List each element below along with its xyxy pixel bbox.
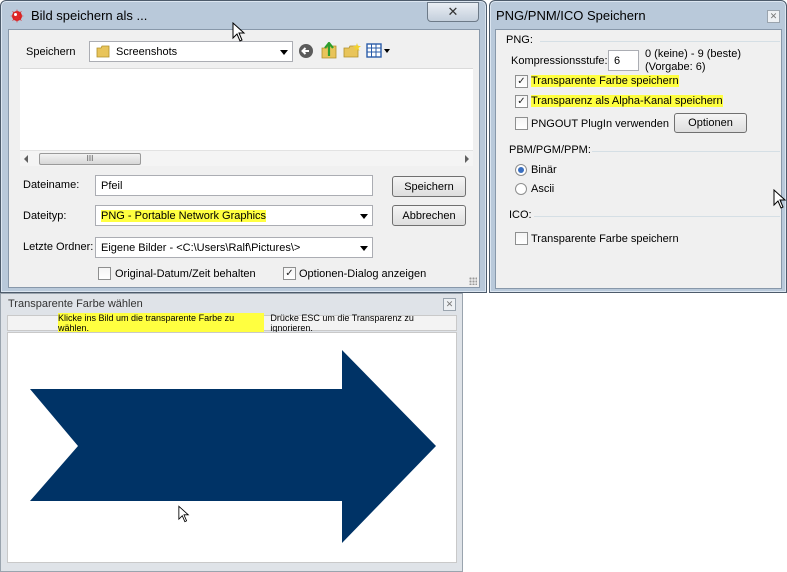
alpha-channel-label[interactable]: Transparenz als Alpha-Kanal speichern: [531, 95, 723, 107]
horizontal-scrollbar[interactable]: III: [20, 150, 473, 166]
png-dialog-titlebar[interactable]: PNG/PNM/ICO Speichern ✕: [490, 1, 786, 29]
ascii-radio[interactable]: [515, 183, 527, 195]
filename-value: Pfeil: [101, 179, 123, 192]
back-icon[interactable]: [298, 43, 314, 59]
transparency-title: Transparente Farbe wählen: [8, 298, 143, 310]
png-dialog-title: PNG/PNM/ICO Speichern: [496, 8, 646, 23]
irfanview-app-icon: [9, 8, 25, 24]
pbm-group-label: PBM/PGM/PPM:: [509, 144, 591, 156]
show-options-checkbox[interactable]: ✓: [283, 267, 296, 280]
file-list[interactable]: [20, 68, 473, 150]
transparency-window: Transparente Farbe wählen ✕ Klicke ins B…: [0, 293, 463, 572]
png-group-label: PNG:: [506, 34, 533, 46]
cancel-button[interactable]: Abbrechen: [392, 205, 466, 226]
png-dialog-body: PNG: Kompressionsstufe: 6 0 (keine) - 9 …: [495, 29, 782, 289]
mouse-cursor-icon: [773, 189, 787, 209]
scroll-left-icon[interactable]: [24, 155, 28, 163]
save-dialog-close-button[interactable]: ✕: [427, 2, 479, 22]
ico-transparent-label[interactable]: Transparente Farbe speichern: [531, 233, 679, 245]
transparency-hint-esc: Drücke ESC um die Transparenz zu ignorie…: [270, 313, 414, 333]
options-button[interactable]: Optionen: [674, 113, 747, 133]
transparency-close-button[interactable]: ✕: [443, 298, 456, 311]
png-group-divider: [540, 41, 780, 42]
pngout-label[interactable]: PNGOUT PlugIn verwenden: [531, 118, 669, 130]
up-folder-icon[interactable]: [320, 42, 338, 59]
filetype-combo[interactable]: PNG - Portable Network Graphics: [95, 205, 373, 226]
arrow-image[interactable]: [8, 333, 456, 562]
ico-group-divider: [534, 216, 780, 217]
save-in-combo[interactable]: Screenshots: [89, 41, 293, 62]
png-dialog-close-button[interactable]: ✕: [767, 10, 780, 23]
pbm-group-divider: [592, 151, 780, 152]
scroll-right-icon[interactable]: [465, 155, 469, 163]
mouse-cursor-icon: [232, 22, 246, 42]
binary-radio[interactable]: [515, 164, 527, 176]
save-dialog-title: Bild speichern als ...: [31, 8, 148, 23]
transparency-hint-bar: Klicke ins Bild um die transparente Farb…: [7, 313, 457, 333]
compression-hint-default: (Vorgabe: 6): [645, 61, 706, 73]
recent-folders-combo[interactable]: Eigene Bilder - <C:\Users\Ralf\Pictures\…: [95, 237, 373, 258]
scroll-thumb[interactable]: III: [39, 153, 141, 165]
chevron-down-icon: [360, 245, 368, 251]
show-options-label[interactable]: Optionen-Dialog anzeigen: [299, 268, 426, 280]
recent-folders-value: Eigene Bilder - <C:\Users\Ralf\Pictures\…: [101, 241, 301, 254]
binary-label[interactable]: Binär: [531, 164, 557, 176]
compression-hint-range: 0 (keine) - 9 (beste): [645, 48, 741, 60]
save-button[interactable]: Speichern: [392, 176, 466, 197]
new-folder-icon[interactable]: [343, 42, 361, 59]
ascii-label[interactable]: Ascii: [531, 183, 554, 195]
compression-label: Kompressionsstufe:: [511, 55, 608, 67]
alpha-channel-checkbox[interactable]: ✓: [515, 95, 528, 108]
transparency-titlebar[interactable]: Transparente Farbe wählen ✕: [1, 294, 462, 314]
save-in-label: Speichern: [26, 46, 76, 58]
filename-input[interactable]: Pfeil: [95, 175, 373, 196]
scroll-grip: III: [86, 154, 94, 163]
transparency-image-canvas[interactable]: [7, 332, 457, 563]
transparency-hint-click: Klicke ins Bild um die transparente Farb…: [58, 313, 265, 333]
chevron-down-icon: [280, 49, 288, 55]
resize-grip-icon[interactable]: [469, 277, 477, 285]
arrow-shape: [30, 350, 436, 543]
ico-transparent-checkbox[interactable]: [515, 232, 528, 245]
mouse-cursor-icon: [178, 505, 190, 523]
png-options-dialog: PNG/PNM/ICO Speichern ✕ PNG: Kompression…: [489, 0, 787, 293]
folder-icon: [95, 45, 111, 59]
pngout-checkbox[interactable]: [515, 117, 528, 130]
save-dialog: Bild speichern als ... ✕ Speichern Scree…: [0, 0, 487, 293]
save-in-value: Screenshots: [116, 45, 178, 58]
filetype-label: Dateityp:: [23, 210, 67, 222]
recent-folders-label: Letzte Ordner:: [23, 241, 94, 253]
chevron-down-icon: [360, 213, 368, 219]
view-menu-icon[interactable]: [366, 43, 392, 59]
transparent-color-label[interactable]: Transparente Farbe speichern: [531, 75, 679, 87]
keep-date-checkbox[interactable]: [98, 267, 111, 280]
compression-value: 6: [614, 54, 621, 67]
filetype-value: PNG - Portable Network Graphics: [101, 209, 267, 222]
save-dialog-body: Speichern Screenshots III Dateiname: Pfe…: [8, 29, 480, 288]
keep-date-label[interactable]: Original-Datum/Zeit behalten: [115, 268, 256, 280]
transparent-color-checkbox[interactable]: ✓: [515, 75, 528, 88]
filename-label: Dateiname:: [23, 179, 80, 191]
compression-input[interactable]: 6: [608, 50, 639, 71]
ico-group-label: ICO:: [509, 209, 532, 221]
